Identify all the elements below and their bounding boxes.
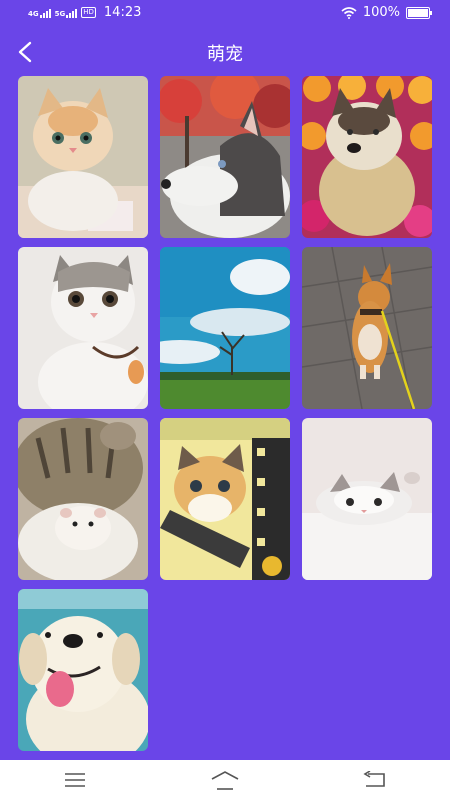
photo-tile-kitten-grey[interactable] <box>18 247 148 409</box>
signal-icon <box>66 8 78 18</box>
status-left: 4G 5G HD 14:23 <box>28 5 141 20</box>
landscape-photo <box>160 247 290 409</box>
hd-badge: HD <box>81 7 96 18</box>
home-button[interactable] <box>205 765 245 795</box>
photo-tile-cat-hamster[interactable] <box>18 418 148 580</box>
back-arrow-icon <box>363 771 385 787</box>
dog-photo <box>18 589 148 751</box>
dog-photo <box>160 76 290 238</box>
battery-percent: 100% <box>362 5 400 20</box>
photo-tile-husky-autumn[interactable] <box>160 76 290 238</box>
battery-icon <box>406 6 432 19</box>
photo-tile-corgi[interactable] <box>302 247 432 409</box>
photo-tile-kitten-orange[interactable] <box>18 76 148 238</box>
page-title: 萌宠 <box>207 44 243 65</box>
status-time: 14:23 <box>103 5 142 20</box>
photo-grid <box>18 76 432 751</box>
photo-tile-landscape[interactable] <box>160 247 290 409</box>
system-back-button[interactable] <box>355 765 395 795</box>
home-icon <box>211 771 239 790</box>
cat-photo <box>18 247 148 409</box>
cat-photo <box>302 418 432 580</box>
network-type-2: 5G <box>54 9 66 18</box>
dog-photo <box>302 247 432 409</box>
cat-photo <box>160 418 290 580</box>
wifi-icon <box>341 6 357 19</box>
network-indicator-2: 5G <box>55 8 78 18</box>
cat-photo <box>18 418 148 580</box>
menu-button[interactable] <box>55 765 95 795</box>
photo-tile-ragdoll[interactable] <box>302 418 432 580</box>
network-indicator-1: 4G <box>28 8 51 18</box>
network-type-1: 4G <box>28 9 39 18</box>
photo-tile-husky-roses[interactable] <box>302 76 432 238</box>
status-bar: 4G 5G HD 14:23 100% <box>0 0 450 28</box>
header: 萌宠 <box>0 30 450 74</box>
photo-tile-kitten-film[interactable] <box>160 418 290 580</box>
cat-photo <box>18 76 148 238</box>
menu-icon <box>65 773 85 787</box>
status-right: 100% <box>341 5 432 20</box>
signal-icon <box>39 8 51 18</box>
dog-photo <box>302 76 432 238</box>
photo-tile-puppy[interactable] <box>18 589 148 751</box>
system-nav-bar <box>0 760 450 800</box>
